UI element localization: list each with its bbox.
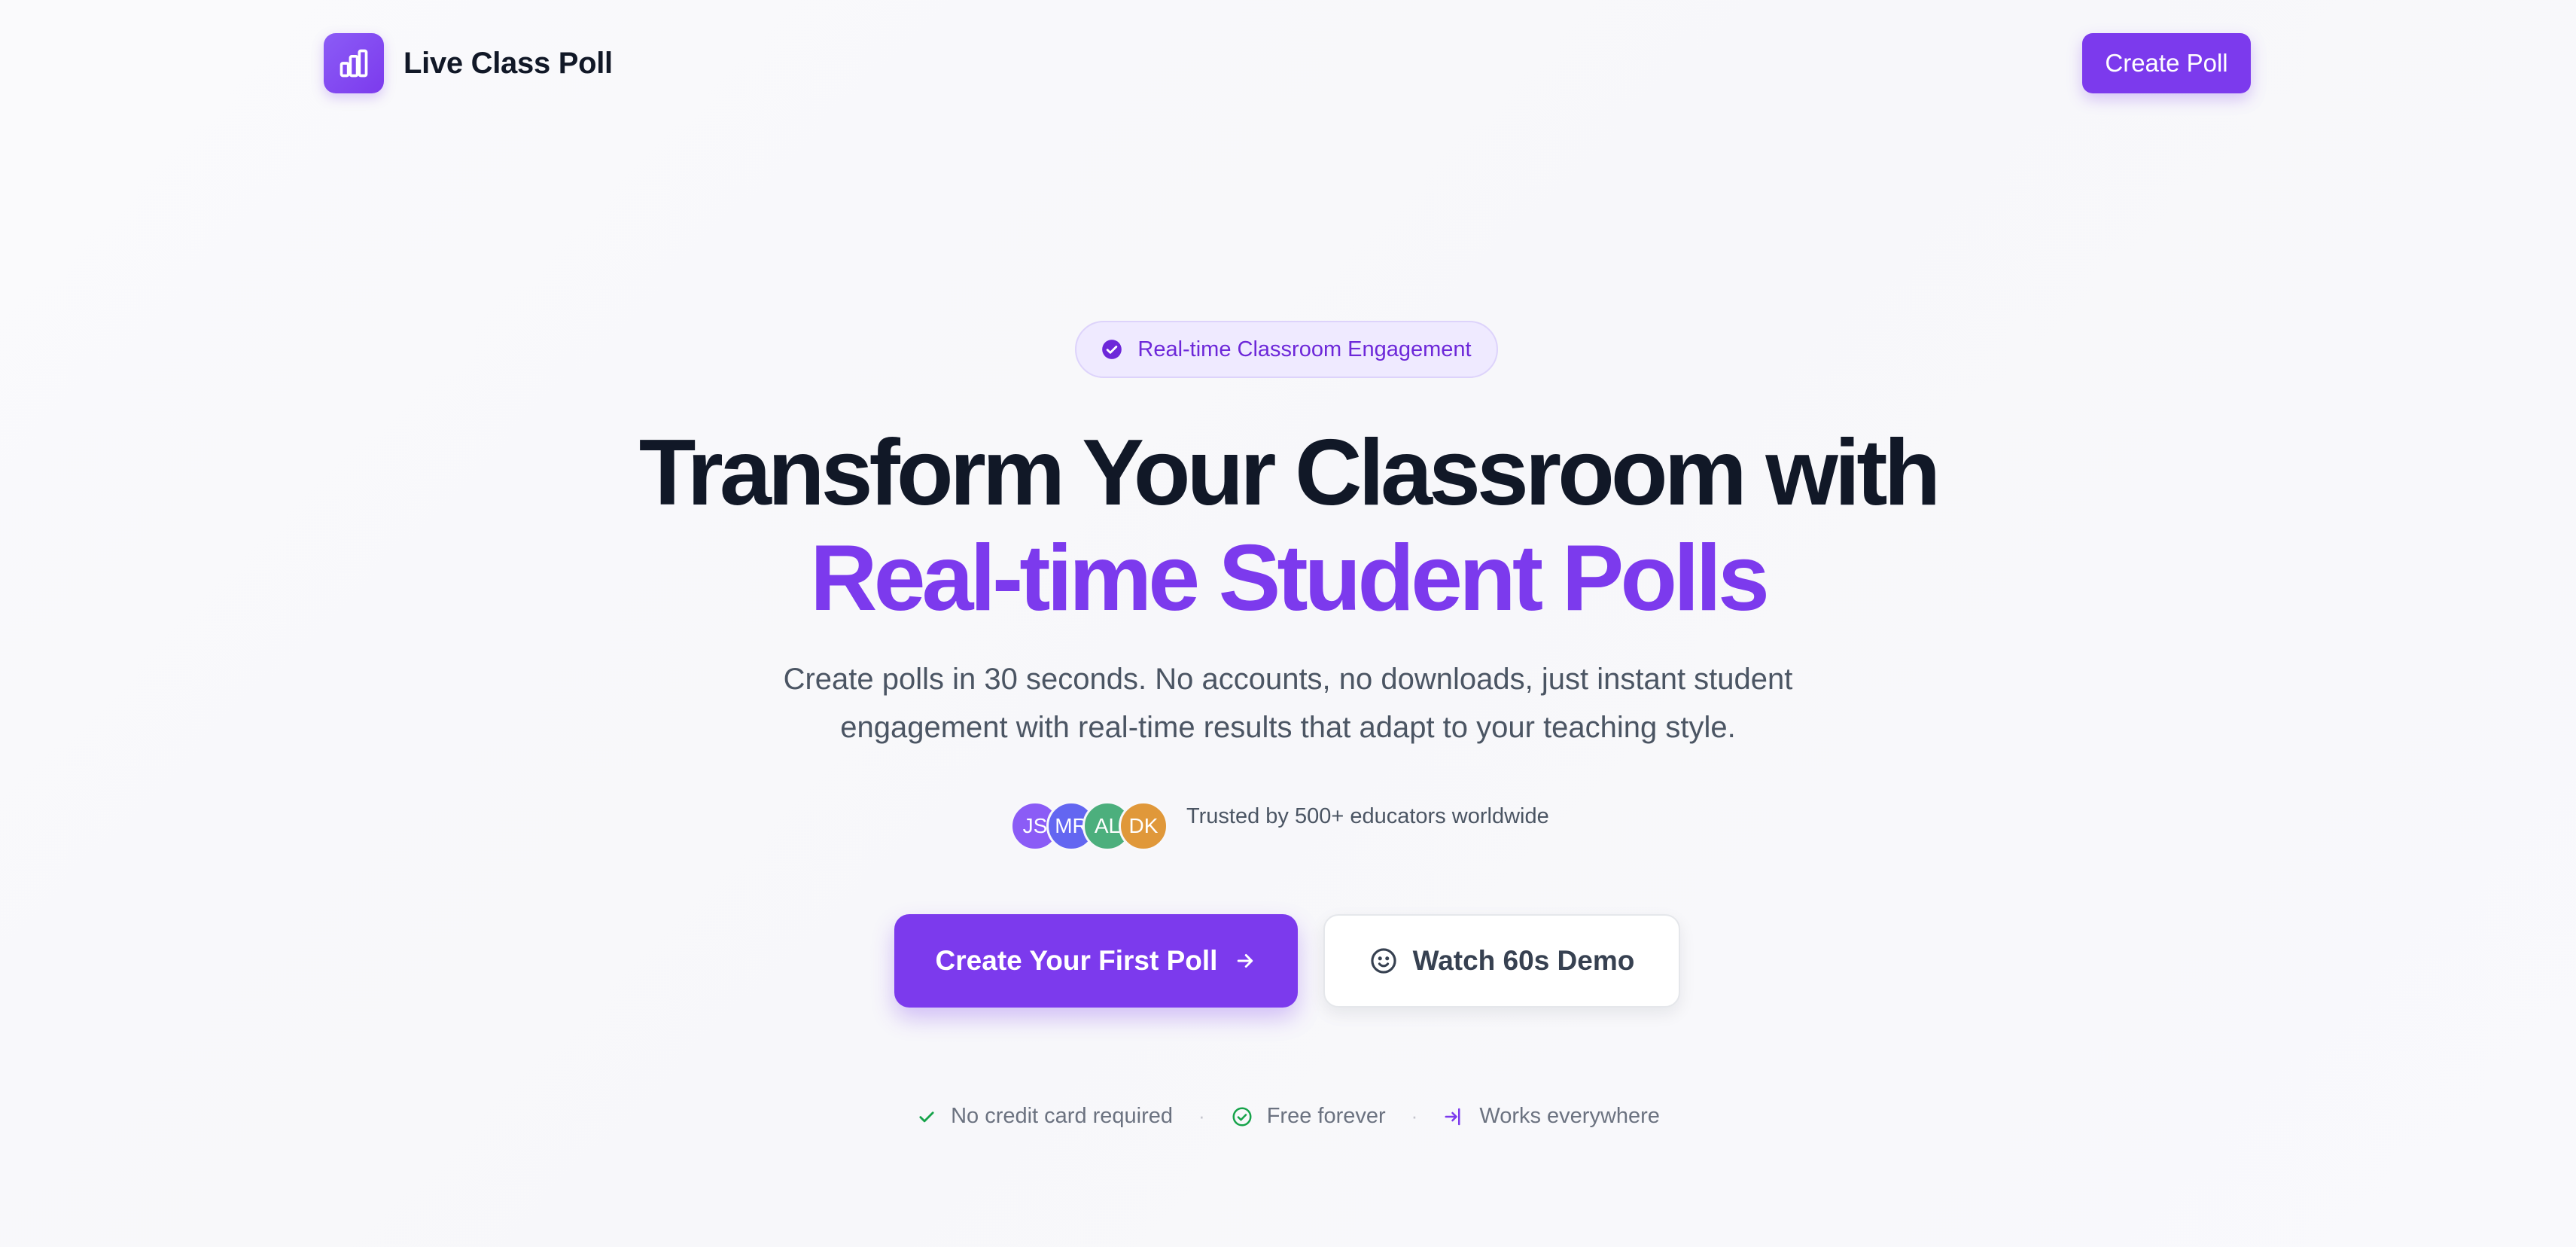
feature-label: Works everywhere: [1479, 1104, 1660, 1128]
create-first-poll-button[interactable]: Create Your First Poll: [894, 914, 1298, 1008]
feature-item: Free forever: [1231, 1104, 1386, 1129]
check-circle-icon: [1232, 1107, 1252, 1126]
feature-label: Free forever: [1266, 1104, 1386, 1128]
watch-demo-label: Watch 60s Demo: [1412, 945, 1635, 976]
engagement-badge: Real-time Classroom Engagement: [1075, 321, 1498, 378]
avatar-group: JS MR AL DK: [1010, 801, 1168, 851]
brand[interactable]: Live Class Poll: [324, 33, 613, 93]
subtitle-line-1: Create polls in 30 seconds. No accounts,…: [783, 663, 1793, 696]
trust-text: Trusted by 500+ educators worldwide: [1186, 804, 1549, 828]
smile-icon: [1371, 948, 1396, 974]
feature-list: No credit card required · Free forever ·…: [0, 1104, 2576, 1129]
watch-demo-button[interactable]: Watch 60s Demo: [1323, 914, 1680, 1008]
avatar: DK: [1119, 801, 1168, 851]
create-poll-button[interactable]: Create Poll: [2082, 33, 2251, 93]
landing-page: Live Class Poll Create Poll Real-time Cl…: [0, 0, 2576, 1247]
feature-item: Works everywhere: [1443, 1104, 1660, 1129]
bar-chart-icon: [324, 33, 384, 93]
check-icon: [919, 1111, 934, 1122]
subtitle-line-2: engagement with real-time results that a…: [840, 711, 1736, 744]
headline-line-2: Real-time Student Polls: [810, 526, 1770, 630]
separator-dot: ·: [1411, 1105, 1418, 1127]
trust-row: JS MR AL DK Trusted by 500+ educators wo…: [1010, 801, 1549, 851]
brand-name: Live Class Poll: [403, 46, 613, 80]
feature-item: No credit card required: [916, 1104, 1173, 1129]
feature-label: No credit card required: [951, 1104, 1174, 1128]
site-header: Live Class Poll Create Poll: [324, 33, 2251, 93]
arrow-right-icon: [1238, 954, 1253, 968]
device-icon: [1445, 1108, 1460, 1125]
check-badge-icon: [1102, 340, 1122, 359]
separator-dot: ·: [1198, 1105, 1205, 1127]
badge-text: Real-time Classroom Engagement: [1137, 337, 1472, 361]
create-first-poll-label: Create Your First Poll: [935, 945, 1218, 976]
cta-row: Create Your First Poll Watch 60s Demo: [894, 914, 1680, 1008]
headline-line-1: Transform Your Classroom with: [638, 421, 1941, 525]
